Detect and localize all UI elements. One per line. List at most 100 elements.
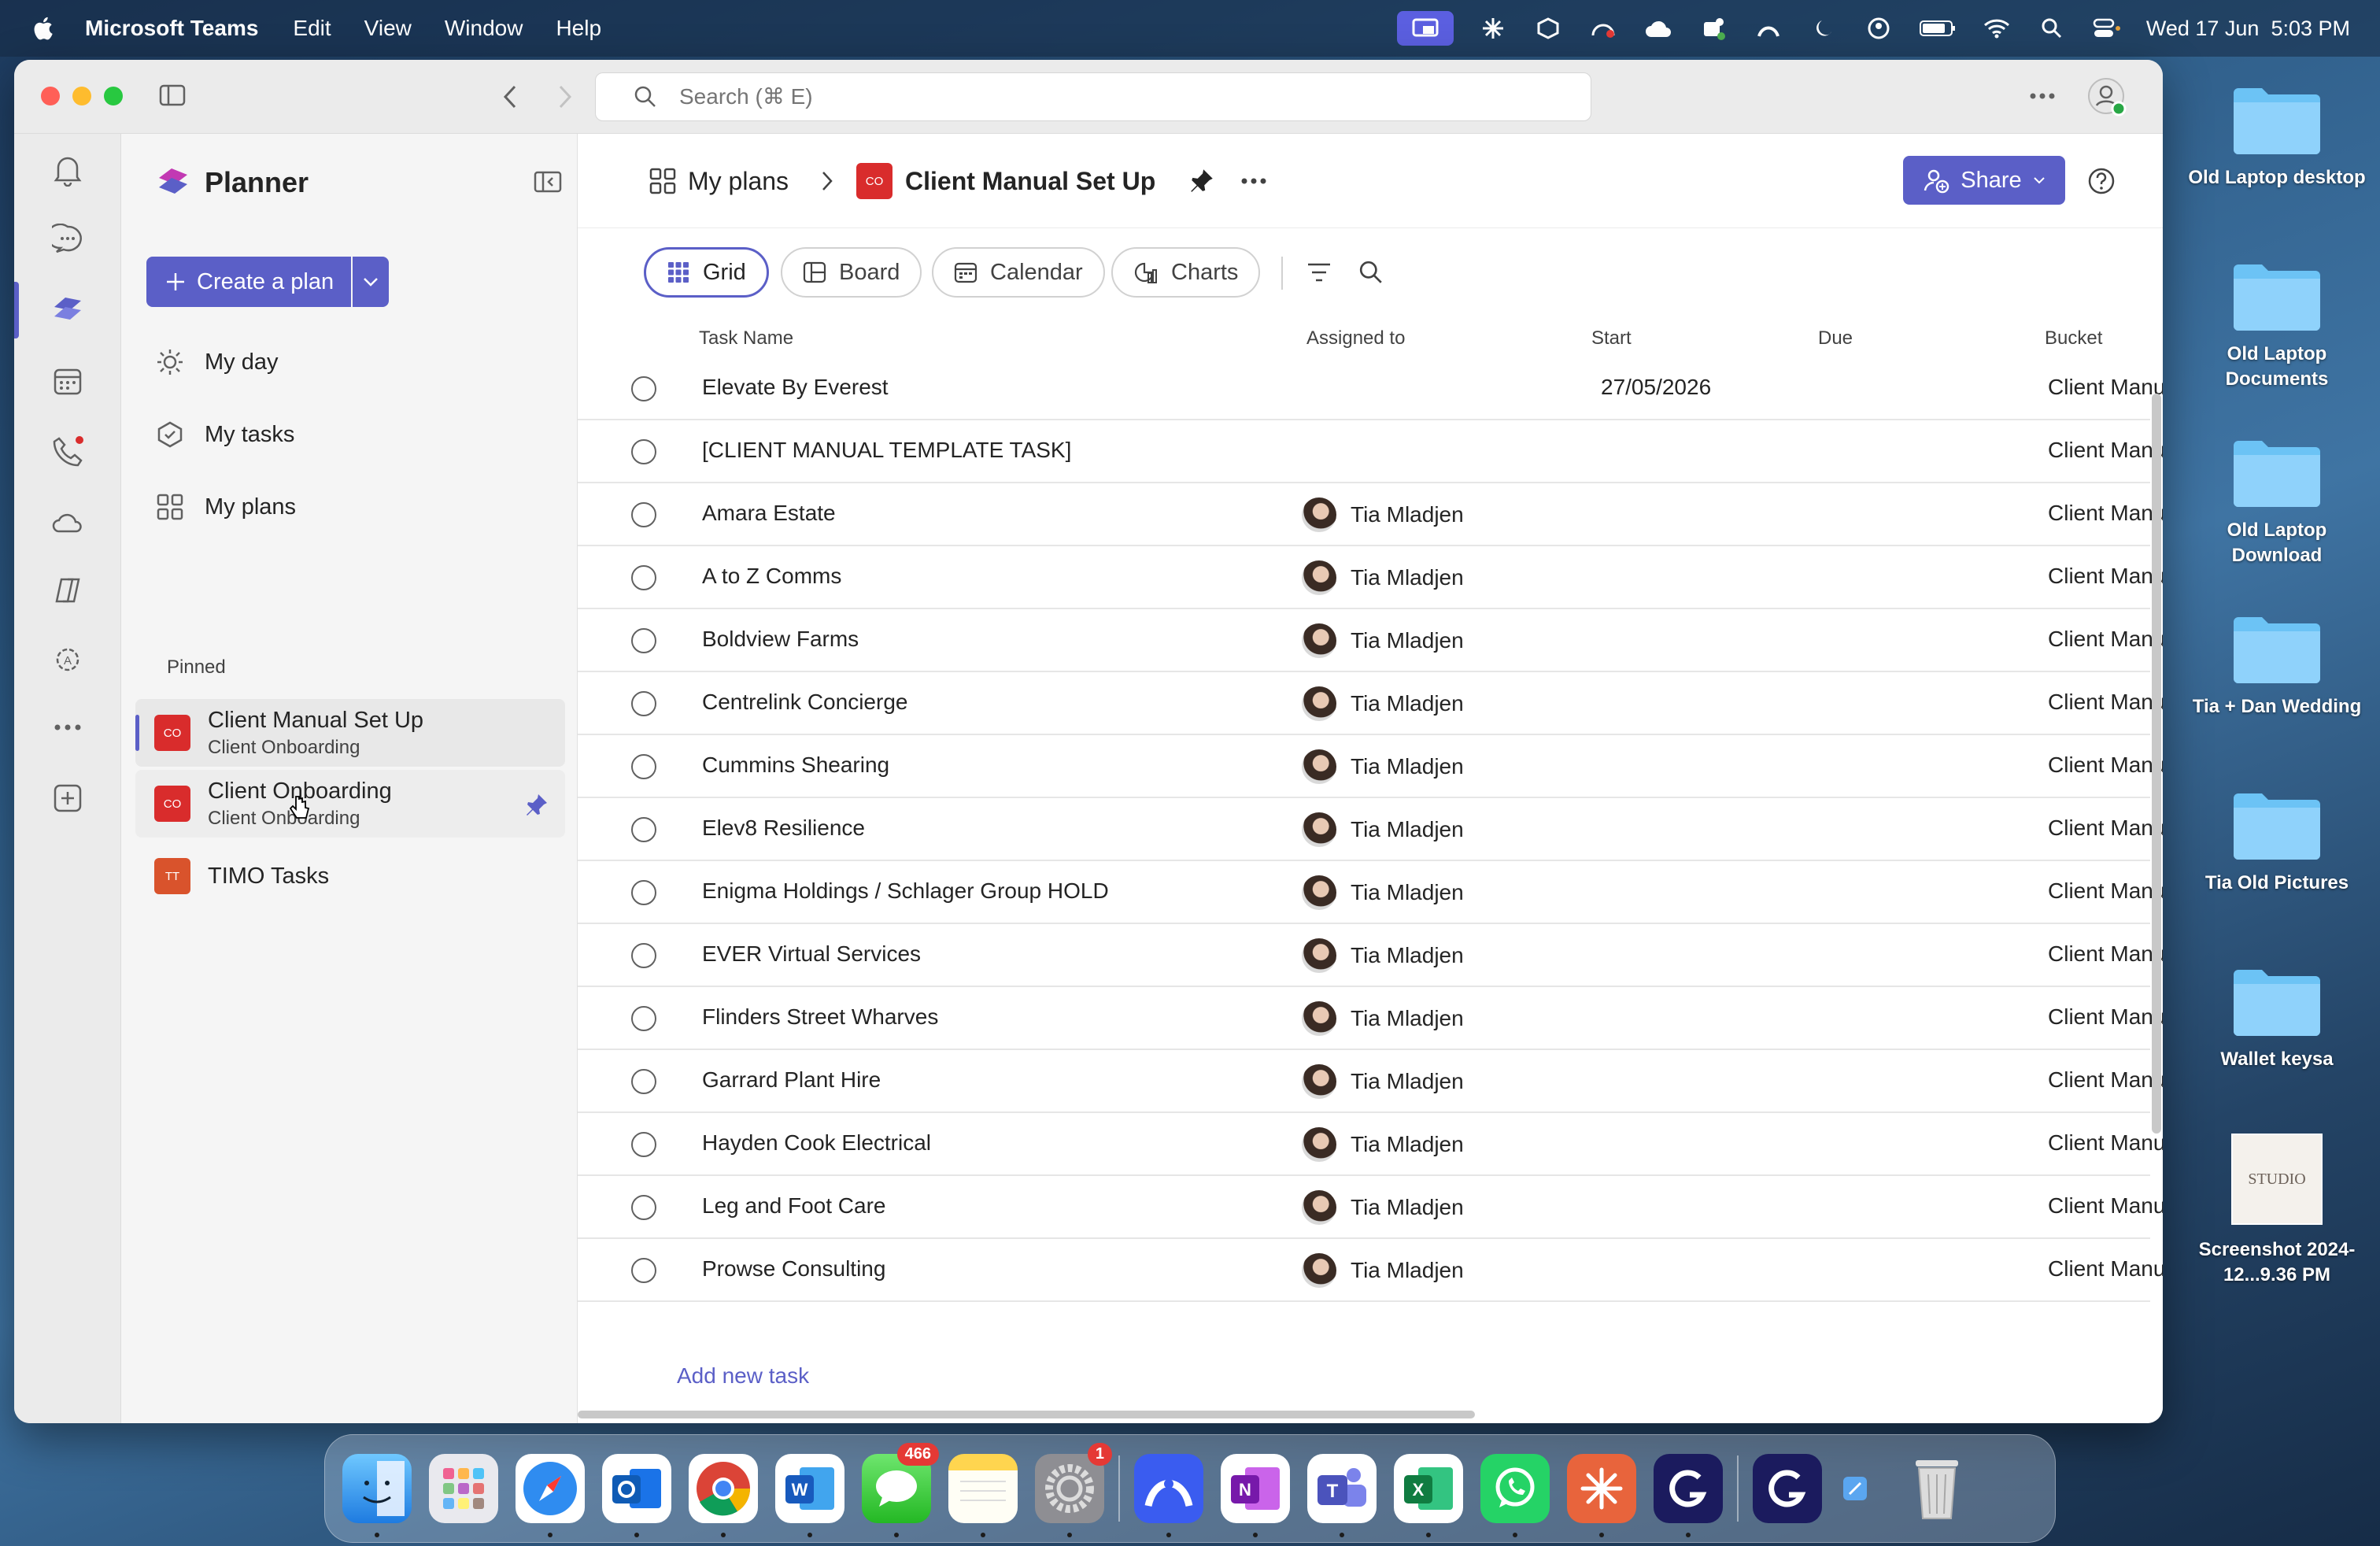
task-name[interactable]: A to Z Comms (702, 564, 841, 589)
pinned-plan-timo-tasks[interactable]: TT TIMO Tasks (135, 842, 565, 910)
menu-edit[interactable]: Edit (293, 16, 331, 41)
task-complete-checkbox[interactable] (631, 502, 656, 527)
task-assignee[interactable]: Tia Mladjen (1302, 938, 1464, 973)
chat-icon[interactable] (49, 220, 87, 258)
control-center-icon[interactable] (2091, 13, 2123, 44)
task-complete-checkbox[interactable] (631, 1132, 656, 1157)
task-assignee[interactable]: Tia Mladjen (1302, 875, 1464, 910)
search-input[interactable] (679, 84, 1388, 109)
teams-status-icon[interactable] (1698, 13, 1729, 44)
column-header-bucket[interactable]: Bucket (2045, 327, 2102, 350)
task-complete-checkbox[interactable] (631, 880, 656, 905)
task-bucket[interactable]: Client Manu (2048, 816, 2163, 841)
add-new-task-link[interactable]: Add new task (677, 1363, 809, 1389)
task-name[interactable]: Flinders Street Wharves (702, 1004, 938, 1030)
task-complete-checkbox[interactable] (631, 376, 656, 401)
pin-icon[interactable] (1188, 167, 1215, 194)
share-button[interactable]: Share (1903, 156, 2065, 205)
dock-finder-icon[interactable] (342, 1454, 412, 1537)
task-name[interactable]: Garrard Plant Hire (702, 1067, 881, 1093)
onedrive-icon[interactable] (49, 504, 87, 542)
view-charts-button[interactable]: Charts (1111, 247, 1261, 298)
gauge-icon[interactable] (1587, 13, 1619, 44)
dock-safari-icon[interactable] (516, 1454, 585, 1537)
task-name[interactable]: Elev8 Resilience (702, 816, 865, 841)
dock-word-icon[interactable]: W (775, 1454, 844, 1537)
nav-my-tasks[interactable]: My tasks (156, 411, 294, 458)
task-bucket[interactable]: Client Manu (2048, 753, 2163, 778)
forward-arrow-icon[interactable] (556, 83, 575, 110)
task-complete-checkbox[interactable] (631, 1069, 656, 1094)
task-complete-checkbox[interactable] (631, 628, 656, 653)
column-header-start[interactable]: Start (1591, 327, 1632, 350)
dock-claude-icon[interactable] (1567, 1454, 1636, 1537)
desktop-folder[interactable]: Tia + Dan Wedding (2185, 611, 2369, 719)
global-search-box[interactable] (595, 72, 1591, 121)
apps-gear-icon[interactable]: A (49, 641, 87, 679)
task-complete-checkbox[interactable] (631, 1258, 656, 1283)
nav-my-plans[interactable]: My plans (156, 483, 296, 531)
maximize-window-button[interactable] (104, 87, 123, 105)
task-complete-checkbox[interactable] (631, 1195, 656, 1220)
breadcrumb-my-plans[interactable]: My plans (649, 159, 789, 203)
task-bucket[interactable]: Client Manu (2048, 878, 2163, 904)
task-complete-checkbox[interactable] (631, 565, 656, 590)
table-row[interactable]: Boldview Farms Tia Mladjen Client Manu (578, 609, 2163, 672)
create-plan-button[interactable]: Create a plan (146, 257, 351, 307)
profile-avatar-icon[interactable] (2087, 77, 2128, 118)
wifi-icon[interactable] (1981, 13, 2012, 44)
task-complete-checkbox[interactable] (631, 439, 656, 464)
task-bucket[interactable]: Client Manu (2048, 1193, 2163, 1219)
table-row[interactable]: EVER Virtual Services Tia Mladjen Client M… (578, 924, 2163, 987)
task-name[interactable]: Elevate By Everest (702, 375, 889, 400)
task-name[interactable]: Cummins Shearing (702, 753, 889, 778)
planner-app-icon[interactable] (49, 291, 87, 329)
task-name[interactable]: Enigma Holdings / Schlager Group HOLD (702, 878, 1109, 904)
table-row[interactable]: Leg and Foot Care Tia Mladjen Client Manu (578, 1176, 2163, 1239)
calendar-icon[interactable] (49, 362, 87, 400)
task-bucket[interactable]: Client Manu (2048, 375, 2163, 400)
task-bucket[interactable]: Client Manu (2048, 1004, 2163, 1030)
dock-trash-icon[interactable] (1902, 1454, 1972, 1523)
dock-launchpad-icon[interactable] (429, 1454, 498, 1523)
horizontal-scrollbar[interactable] (578, 1411, 1475, 1418)
desktop-folder[interactable]: Tia Old Pictures (2185, 787, 2369, 896)
table-row[interactable]: Elevate By Everest 27/05/2026 Client Manu (578, 357, 2163, 420)
menubar-clock[interactable]: Wed 17 Jun 5:03 PM (2146, 17, 2350, 41)
table-row[interactable]: Elev8 Resilience Tia Mladjen Client Manu (578, 798, 2163, 861)
dock-notes-icon[interactable] (948, 1454, 1018, 1537)
table-row[interactable]: [CLIENT MANUAL TEMPLATE TASK] Client Manu (578, 420, 2163, 483)
copilot-icon[interactable] (49, 571, 87, 609)
task-name[interactable]: Amara Estate (702, 501, 836, 526)
dock-excel-icon[interactable]: X (1394, 1454, 1463, 1537)
dock-teams-icon[interactable]: T (1307, 1454, 1377, 1537)
task-name[interactable]: Leg and Foot Care (702, 1193, 886, 1219)
table-row[interactable]: Cummins Shearing Tia Mladjen Client Manu (578, 735, 2163, 798)
desktop-screenshot-file[interactable]: STUDIO Screenshot 2024-12...9.36 PM (2185, 1134, 2369, 1289)
table-row[interactable]: Centrelink Concierge Tia Mladjen Client Ma… (578, 672, 2163, 735)
dock-grammarly-docs-icon[interactable] (1753, 1454, 1822, 1523)
add-app-icon[interactable] (49, 779, 87, 817)
task-complete-checkbox[interactable] (631, 1006, 656, 1031)
dock-downloads-icon[interactable] (1839, 1454, 1871, 1523)
menu-help[interactable]: Help (556, 16, 601, 41)
task-bucket[interactable]: Client Manu (2048, 438, 2163, 463)
task-assignee[interactable]: Tia Mladjen (1302, 623, 1464, 658)
table-row[interactable]: Amara Estate Tia Mladjen Client Manu (578, 483, 2163, 546)
nav-my-day[interactable]: My day (156, 338, 278, 386)
task-assignee[interactable]: Tia Mladjen (1302, 812, 1464, 847)
table-row[interactable]: Flinders Street Wharves Tia Mladjen Client… (578, 987, 2163, 1050)
task-bucket[interactable]: Client Manu (2048, 1256, 2163, 1282)
task-name[interactable]: Centrelink Concierge (702, 690, 907, 715)
table-row[interactable]: A to Z Comms Tia Mladjen Client Manu (578, 546, 2163, 609)
arc-icon[interactable] (1753, 13, 1784, 44)
help-icon[interactable] (2087, 167, 2116, 195)
battery-icon[interactable] (1918, 13, 1957, 44)
table-row[interactable]: Garrard Plant Hire Tia Mladjen Client Manu (578, 1050, 2163, 1113)
column-header-assigned-to[interactable]: Assigned to (1306, 327, 1405, 350)
view-calendar-button[interactable]: Calendar (932, 247, 1105, 298)
cloud-icon[interactable] (1643, 13, 1674, 44)
task-bucket[interactable]: Client Manu (2048, 564, 2163, 589)
task-bucket[interactable]: Client Manu (2048, 941, 2163, 967)
task-start-date[interactable]: 27/05/2026 (1601, 375, 1711, 400)
